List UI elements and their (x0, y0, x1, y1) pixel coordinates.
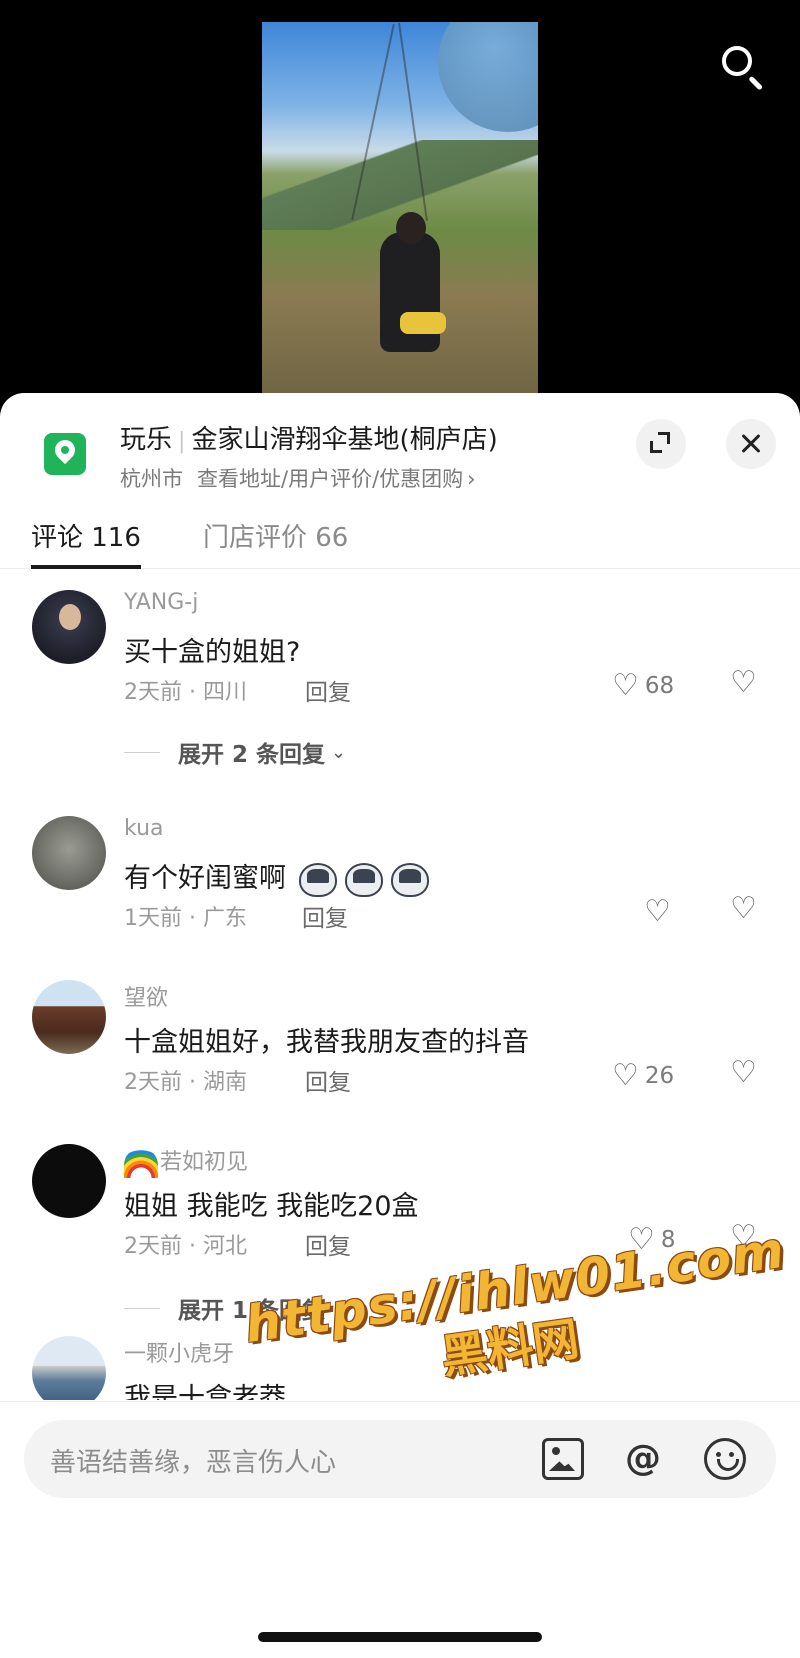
comment-username[interactable]: 一颗小虎牙 (124, 1336, 234, 1368)
mention-icon[interactable]: @ (622, 1438, 664, 1480)
comment-username[interactable]: 望欲 (124, 980, 168, 1012)
divider: | (178, 429, 186, 454)
wolf-emoji-icon (344, 862, 383, 897)
avatar[interactable] (32, 1144, 106, 1218)
poi-category: 玩乐 (120, 425, 173, 455)
avatar[interactable] (32, 1336, 106, 1400)
wolf-emoji-icon (390, 862, 429, 897)
dislike-icon[interactable]: ♡ (730, 894, 757, 924)
heart-icon: ♡ (612, 1058, 639, 1093)
comment-username[interactable]: kua (124, 816, 164, 841)
dislike-icon[interactable]: ♡ (730, 1058, 757, 1088)
comment-text: 有个好闺蜜啊 (124, 856, 429, 897)
close-icon[interactable] (726, 419, 776, 469)
avatar[interactable] (32, 816, 106, 890)
poi-header[interactable]: 玩乐 | 金家山滑翔伞基地(桐庐店) 杭州市 查看地址/用户评价/优惠团购 › (0, 393, 800, 503)
chevron-right-icon: › (467, 467, 476, 491)
reply-button[interactable]: 回复 (305, 1063, 351, 1097)
expand-replies-label: 展开 1 条回复 (178, 1298, 326, 1324)
comment-text-body: 有个好闺蜜啊 (124, 863, 286, 894)
poi-city: 杭州市 (120, 467, 183, 491)
comment-text: 姐姐 我能吃 我能吃20盒 (124, 1191, 419, 1222)
dislike-icon[interactable]: ♡ (730, 1222, 757, 1252)
pilot-shoes (400, 312, 446, 334)
pilot (380, 232, 440, 352)
like-button[interactable]: ♡ 68 (612, 668, 674, 704)
image-icon[interactable] (542, 1438, 584, 1480)
divider (124, 1307, 160, 1309)
like-button[interactable]: ♡ 8 (628, 1222, 676, 1258)
comment-username-text: 若如初见 (160, 1150, 249, 1175)
poi-title[interactable]: 玩乐 | 金家山滑翔伞基地(桐庐店) (120, 419, 498, 456)
heart-icon: ♡ (612, 668, 639, 703)
poi-subtitle[interactable]: 杭州市 查看地址/用户评价/优惠团购 › (120, 463, 476, 493)
comment-text: 我是十盒老莽 (124, 1383, 286, 1400)
like-count: 26 (644, 1063, 675, 1089)
tab-comments[interactable]: 评论 116 (31, 517, 141, 554)
comment-sheet: 玩乐 | 金家山滑翔伞基地(桐庐店) 杭州市 查看地址/用户评价/优惠团购 › 评论 1… (0, 393, 800, 1658)
like-count: 8 (660, 1227, 676, 1253)
poi-links: 查看地址/用户评价/优惠团购 (197, 467, 464, 491)
comment-input-bar: 善语结善缘，恶言伤人心 @ (0, 1401, 800, 1658)
expand-replies-button[interactable]: 展开 2 条回复 ⌄ (124, 732, 346, 772)
divider (124, 751, 160, 753)
like-count: 68 (644, 673, 675, 699)
comment-username[interactable]: 若如初见 (124, 1144, 248, 1178)
location-pin-icon (44, 433, 86, 475)
chevron-down-icon: ⌄ (331, 741, 347, 763)
comment-username[interactable]: YANG-j (124, 590, 198, 615)
comment-meta: 2天前 · 四川 (124, 680, 247, 705)
expand-icon[interactable] (636, 419, 686, 469)
chevron-down-icon: ⌄ (331, 1297, 347, 1319)
like-button[interactable]: ♡ (644, 894, 671, 930)
home-indicator[interactable] (258, 1632, 542, 1642)
comment-meta: 2天前 · 湖南 (124, 1070, 247, 1095)
dislike-icon[interactable]: ♡ (730, 668, 757, 698)
video-player[interactable] (0, 0, 800, 420)
comment-input[interactable]: 善语结善缘，恶言伤人心 @ (24, 1420, 776, 1498)
pilot-head (396, 212, 426, 244)
comment-meta: 2天前 · 河北 (124, 1234, 247, 1259)
expand-replies-label: 展开 2 条回复 (178, 742, 326, 768)
heart-icon: ♡ (644, 894, 671, 929)
comment-meta: 1天前 · 广东 (124, 906, 247, 931)
tab-bar: 评论 116 门店评价 66 (0, 503, 800, 569)
comment-text: 十盒姐姐好，我替我朋友查的抖音 (124, 1027, 529, 1058)
search-icon[interactable] (718, 42, 768, 92)
avatar[interactable] (32, 980, 106, 1054)
expand-replies-button[interactable]: 展开 1 条回复 ⌄ (124, 1288, 346, 1328)
video-frame[interactable] (262, 22, 538, 402)
avatar[interactable] (32, 590, 106, 664)
poi-name: 金家山滑翔伞基地(桐庐店) (191, 425, 498, 455)
active-tab-indicator (31, 565, 141, 569)
rainbow-emoji-icon (124, 1148, 158, 1178)
comment-text: 买十盒的姐姐? (124, 637, 301, 668)
reply-button[interactable]: 回复 (305, 673, 351, 707)
emoji-group (298, 862, 429, 897)
heart-icon: ♡ (628, 1222, 655, 1257)
reply-button[interactable]: 回复 (302, 899, 348, 933)
tab-store-reviews[interactable]: 门店评价 66 (203, 517, 348, 554)
comment-list[interactable]: YANG-j 买十盒的姐姐? 2天前 · 四川 回复 ♡ 68 ♡ 展开 2 条… (0, 570, 800, 1400)
like-button[interactable]: ♡ 26 (612, 1058, 674, 1094)
emoji-icon[interactable] (704, 1438, 746, 1480)
wolf-emoji-icon (298, 862, 337, 897)
paraglider-canopy (438, 22, 538, 132)
comment-input-placeholder: 善语结善缘，恶言伤人心 (50, 1448, 337, 1478)
reply-button[interactable]: 回复 (305, 1227, 351, 1261)
